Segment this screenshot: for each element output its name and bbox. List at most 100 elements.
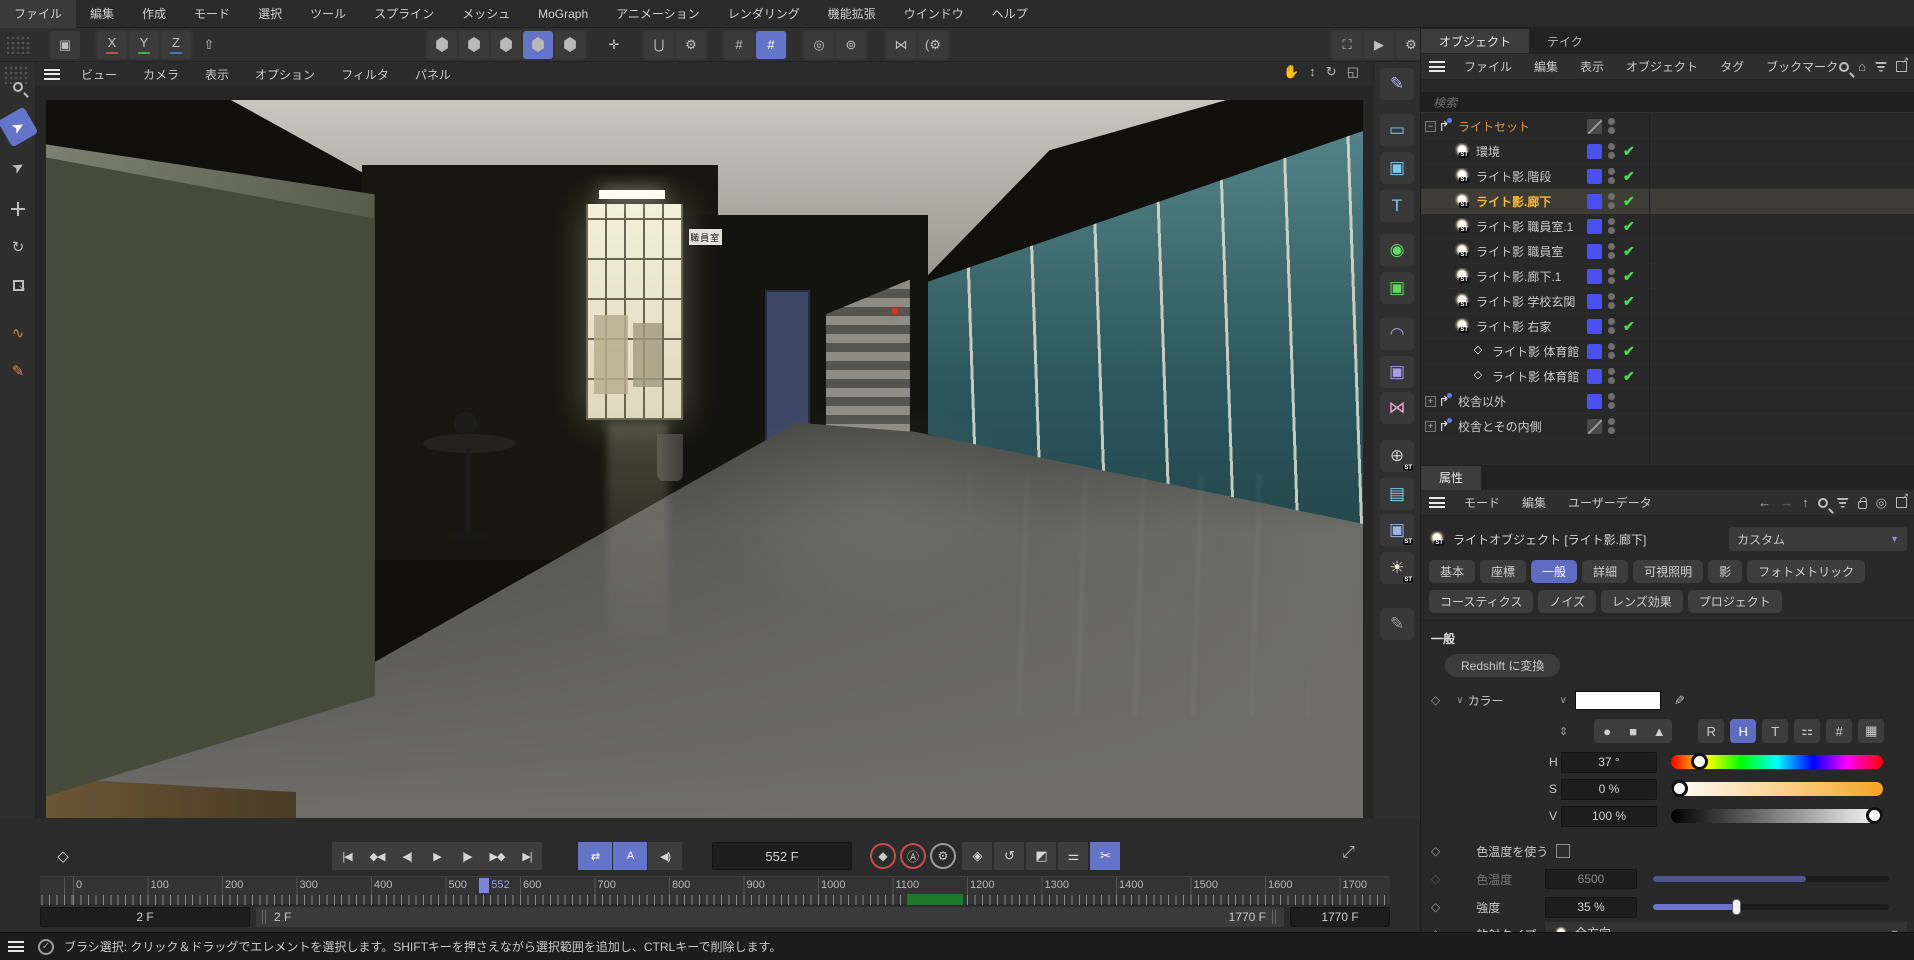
symmetry-icon[interactable]: ⋈: [1380, 392, 1414, 424]
tree-row-7[interactable]: STライト影 学校玄関✔: [1421, 289, 1914, 314]
hsv-knob-H[interactable]: [1691, 753, 1708, 770]
tree-row-6[interactable]: STライト影.廊下.1✔: [1421, 264, 1914, 289]
render-region-icon[interactable]: ⛶: [1332, 31, 1362, 59]
layer-color-swatch[interactable]: [1587, 344, 1602, 359]
enable-dots[interactable]: [1608, 168, 1615, 184]
volume-icon[interactable]: ▣: [1380, 272, 1414, 304]
scale-key-icon[interactable]: ◩: [1026, 842, 1056, 870]
deformer-icon[interactable]: ◠: [1380, 318, 1414, 350]
enable-dots[interactable]: [1608, 268, 1615, 284]
picker-mode-2[interactable]: ▲: [1646, 719, 1672, 743]
visibility-check-icon[interactable]: ✔: [1623, 268, 1635, 285]
model-mode-icon[interactable]: [523, 31, 553, 59]
tree-row-1[interactable]: ST環境✔: [1421, 139, 1914, 164]
attr-tab-コースティクス[interactable]: コースティクス: [1429, 590, 1533, 613]
range-end-field[interactable]: 1770 F: [1290, 907, 1390, 927]
menu-item-8[interactable]: MoGraph: [524, 0, 602, 28]
enable-dots[interactable]: [1608, 418, 1615, 434]
current-frame-marker[interactable]: [479, 878, 489, 893]
chevron-icon-2[interactable]: ∨: [1560, 695, 1567, 706]
preset-dropdown[interactable]: カスタム▼: [1729, 527, 1907, 551]
attr-tab-影[interactable]: 影: [1708, 560, 1742, 583]
home-icon[interactable]: ⌂: [1858, 59, 1866, 74]
layer-color-disabled[interactable]: [1587, 419, 1602, 434]
tree-row-12[interactable]: +↱校舎とその内側: [1421, 414, 1914, 439]
viewport-menu-0[interactable]: ビュー: [68, 66, 130, 83]
go-to-end-button[interactable]: ▶|: [512, 842, 542, 870]
polygons-mode-icon[interactable]: [491, 31, 521, 59]
visibility-check-icon[interactable]: ✔: [1623, 293, 1635, 310]
color-system-H[interactable]: H: [1730, 719, 1756, 743]
attr-tab-フォトメトリック[interactable]: フォトメトリック: [1747, 560, 1865, 583]
range-start-field[interactable]: 2 F: [40, 907, 250, 927]
enable-axis-icon[interactable]: ✛: [599, 31, 629, 59]
hsv-slider-V[interactable]: [1671, 809, 1883, 823]
attr-tab-プロジェクト[interactable]: プロジェクト: [1688, 590, 1782, 613]
rotate-tool-icon[interactable]: ↻: [3, 232, 33, 262]
intensity-knob[interactable]: [1732, 899, 1741, 915]
menu-item-0[interactable]: ファイル: [0, 0, 76, 28]
om-menu-0[interactable]: ファイル: [1453, 58, 1523, 75]
live-selection-icon[interactable]: ➤: [0, 107, 38, 148]
axis-y-button[interactable]: Y: [129, 31, 159, 59]
enable-dots[interactable]: [1608, 243, 1615, 259]
om-menu-2[interactable]: 表示: [1569, 58, 1615, 75]
filter-icon[interactable]: [1875, 62, 1887, 72]
current-frame-field[interactable]: 552 F: [712, 842, 852, 870]
enable-dots[interactable]: [1608, 193, 1615, 209]
position-key-icon[interactable]: ◈: [962, 842, 992, 870]
attributes-menu-icon[interactable]: [1429, 497, 1445, 508]
cube-primitive-icon[interactable]: ▣: [1380, 152, 1414, 184]
tree-row-4[interactable]: STライト影 職員室.1✔: [1421, 214, 1914, 239]
layout-icon[interactable]: ▣: [50, 31, 80, 59]
expander-icon[interactable]: −: [1425, 121, 1436, 132]
instance-icon[interactable]: ◉: [1380, 234, 1414, 266]
tweak-tool-icon[interactable]: ➤: [0, 147, 38, 188]
mirror-icon[interactable]: ⋈: [886, 31, 916, 59]
dolly-view-icon[interactable]: ↕: [1309, 64, 1316, 80]
hsv-field-V[interactable]: 100 %: [1561, 806, 1657, 827]
menu-item-10[interactable]: レンダリング: [714, 0, 814, 28]
enable-dots[interactable]: [1608, 293, 1615, 309]
picker-mode-1[interactable]: ■: [1620, 719, 1646, 743]
tab-attributes[interactable]: 属性: [1421, 466, 1481, 490]
timeline-ruler[interactable]: 0100200300400500600700800900100011001200…: [40, 876, 1390, 904]
visibility-check-icon[interactable]: ✔: [1623, 318, 1635, 335]
text-object-icon[interactable]: T: [1380, 190, 1414, 222]
color-system-#[interactable]: #: [1826, 719, 1852, 743]
zoom-tool-icon[interactable]: [3, 72, 33, 102]
viewport-menu-2[interactable]: 表示: [192, 66, 242, 83]
layer-color-swatch[interactable]: [1587, 144, 1602, 159]
tree-row-10[interactable]: ◇ライト影 体育館✔: [1421, 364, 1914, 389]
toolbar-grip[interactable]: [6, 36, 32, 54]
attr-menu-2[interactable]: ユーザーデータ: [1557, 494, 1663, 511]
om-menu-4[interactable]: タグ: [1709, 58, 1755, 75]
attr-tab-座標[interactable]: 座標: [1480, 560, 1526, 583]
quantize-icon[interactable]: ⚙: [676, 31, 706, 59]
attr-search-icon[interactable]: [1818, 498, 1828, 508]
menu-item-1[interactable]: 編集: [76, 0, 128, 28]
tree-row-9[interactable]: ◇ライト影 体育館✔: [1421, 339, 1914, 364]
visibility-check-icon[interactable]: ✔: [1623, 143, 1635, 160]
sky-icon[interactable]: ⊕ST: [1380, 440, 1414, 472]
om-menu-5[interactable]: ブックマーク: [1755, 58, 1849, 75]
attr-menu-0[interactable]: モード: [1453, 494, 1511, 511]
expander-icon[interactable]: +: [1425, 421, 1436, 432]
viewport-menu-3[interactable]: オプション: [242, 66, 328, 83]
visibility-check-icon[interactable]: ✔: [1623, 193, 1635, 210]
record-keyframe-button[interactable]: ◆: [870, 843, 896, 869]
viewport-menu-5[interactable]: パネル: [402, 66, 464, 83]
enable-dots[interactable]: [1608, 368, 1615, 384]
keyframe-diamond-button[interactable]: ◇: [48, 842, 78, 870]
attr-tab-詳細[interactable]: 詳細: [1582, 560, 1628, 583]
spline-pen-icon[interactable]: ✎: [1380, 68, 1414, 100]
visibility-check-icon[interactable]: ✔: [1623, 218, 1635, 235]
loop-button[interactable]: ⇄: [578, 842, 612, 870]
object-manager-menu-icon[interactable]: [1429, 61, 1445, 72]
convert-redshift-button[interactable]: Redshift に変換: [1445, 654, 1560, 677]
attr-tab-可視照明[interactable]: 可視照明: [1633, 560, 1703, 583]
tab-objects[interactable]: オブジェクト: [1421, 29, 1529, 53]
intensity-slider[interactable]: [1653, 904, 1889, 910]
collapse-icon[interactable]: ⇕: [1559, 725, 1568, 738]
visibility-check-icon[interactable]: ✔: [1623, 168, 1635, 185]
